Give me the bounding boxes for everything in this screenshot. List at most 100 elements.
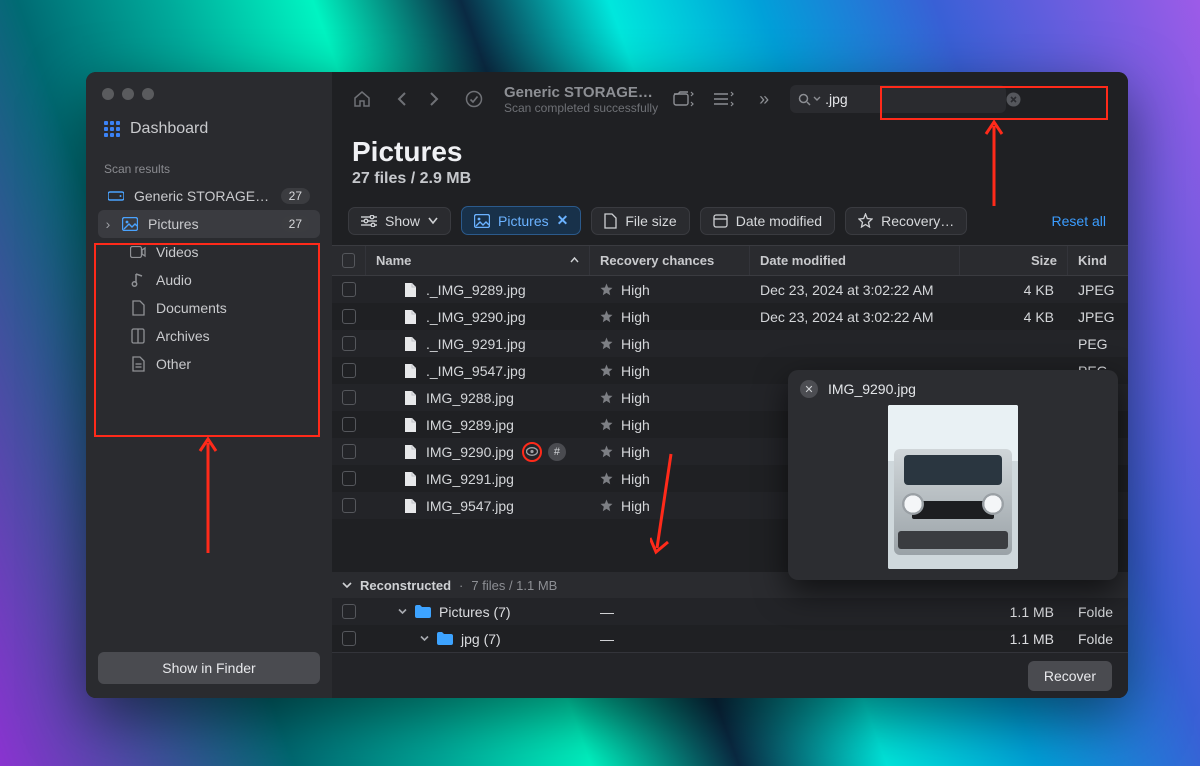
search-input[interactable] (821, 91, 1006, 107)
chevron-down-icon (342, 580, 352, 590)
table-row[interactable]: ._IMG_9290.jpgHighDec 23, 2024 at 3:02:2… (332, 303, 1128, 330)
group-meta: 7 files / 1.1 MB (471, 578, 557, 593)
remove-filter-icon[interactable]: ✕ (557, 212, 569, 229)
sidebar-item-label: Videos (156, 244, 199, 260)
folder-row[interactable]: jpg (7)—1.1 MBFolde (332, 625, 1128, 652)
videos-icon (130, 246, 146, 258)
close-window-icon[interactable] (102, 88, 114, 100)
file-kind: PEG (1068, 336, 1128, 352)
folder-rows: Pictures (7)—1.1 MBFoldejpg (7)—1.1 MBFo… (332, 598, 1128, 652)
search-field[interactable] (790, 85, 1006, 113)
date-modified: Dec 23, 2024 at 3:02:22 AM (750, 309, 960, 325)
overflow-icon[interactable]: » (750, 85, 778, 113)
filter-date-modified[interactable]: Date modified (700, 207, 835, 235)
file-name: ._IMG_9289.jpg (426, 282, 526, 298)
toolbar: Generic STORAGE… Scan completed successf… (332, 72, 1128, 126)
row-checkbox[interactable] (342, 363, 356, 378)
filter-show[interactable]: Show (348, 207, 451, 235)
recovery-chance: High (621, 471, 650, 487)
file-icon (404, 363, 418, 379)
toolbar-subtitle: Scan completed successfully (504, 101, 658, 115)
sidebar-item-archives[interactable]: Archives (98, 322, 320, 350)
recover-button[interactable]: Recover (1028, 661, 1112, 691)
filter-file-size[interactable]: File size (591, 207, 689, 235)
show-in-finder-button[interactable]: Show in Finder (98, 652, 320, 684)
app-window: Dashboard Scan results Generic STORAGE… … (86, 72, 1128, 698)
filter-recovery-label: Recovery… (881, 213, 954, 229)
view-list-icon[interactable] (710, 85, 738, 113)
audio-icon (130, 272, 146, 288)
sidebar-storage-label: Generic STORAGE… (134, 188, 269, 204)
pictures-icon (122, 217, 138, 231)
home-icon[interactable] (348, 85, 376, 113)
dashboard-link[interactable]: Dashboard (98, 114, 320, 144)
folder-row[interactable]: Pictures (7)—1.1 MBFolde (332, 598, 1128, 625)
zoom-window-icon[interactable] (142, 88, 154, 100)
star-icon (600, 499, 613, 512)
row-checkbox[interactable] (342, 444, 356, 459)
minimize-window-icon[interactable] (122, 88, 134, 100)
file-icon (404, 309, 418, 325)
preview-popover: ✕ IMG_9290.jpg (788, 370, 1118, 580)
file-name: IMG_9289.jpg (426, 417, 514, 433)
filter-show-label: Show (385, 213, 420, 229)
file-kind: JPEG (1068, 282, 1128, 298)
hex-icon[interactable]: # (548, 443, 566, 461)
sidebar-item-pictures[interactable]: › Pictures 27 (98, 210, 320, 238)
reset-filters[interactable]: Reset all (1052, 213, 1112, 229)
column-date[interactable]: Date modified (750, 246, 960, 275)
table-row[interactable]: ._IMG_9289.jpgHighDec 23, 2024 at 3:02:2… (332, 276, 1128, 303)
row-checkbox[interactable] (342, 604, 356, 619)
back-button[interactable] (388, 85, 416, 113)
forward-button[interactable] (420, 85, 448, 113)
file-name: IMG_9290.jpg (426, 444, 514, 460)
page-subtitle: 27 files / 2.9 MB (352, 170, 1108, 188)
column-recovery[interactable]: Recovery chances (590, 246, 750, 275)
star-icon (600, 472, 613, 485)
sidebar-item-videos[interactable]: Videos (98, 238, 320, 266)
row-checkbox[interactable] (342, 631, 356, 646)
column-size[interactable]: Size (960, 246, 1068, 275)
recovery-chance: High (621, 417, 650, 433)
row-checkbox[interactable] (342, 471, 356, 486)
row-checkbox[interactable] (342, 282, 356, 297)
row-checkbox[interactable] (342, 417, 356, 432)
group-label: Reconstructed (360, 578, 451, 593)
filter-recovery[interactable]: Recovery… (845, 207, 967, 235)
view-folders-icon[interactable] (670, 85, 698, 113)
sidebar-storage-row[interactable]: Generic STORAGE… 27 (98, 182, 320, 210)
column-kind[interactable]: Kind (1068, 246, 1128, 275)
filter-pictures[interactable]: Pictures ✕ (461, 206, 581, 235)
date-modified: Dec 23, 2024 at 3:02:22 AM (750, 282, 960, 298)
file-icon (604, 213, 617, 229)
calendar-icon (713, 213, 728, 228)
sidebar-item-audio[interactable]: Audio (98, 266, 320, 294)
file-size: 1.1 MB (960, 604, 1068, 620)
sidebar-item-label: Pictures (148, 216, 199, 232)
file-kind: Folde (1068, 604, 1128, 620)
sidebar-item-documents[interactable]: Documents (98, 294, 320, 322)
star-icon (600, 445, 613, 458)
file-icon (404, 282, 418, 298)
row-checkbox[interactable] (342, 309, 356, 324)
sidebar-item-other[interactable]: Other (98, 350, 320, 378)
file-icon (404, 444, 418, 460)
column-checkbox[interactable] (332, 246, 366, 275)
star-icon (600, 283, 613, 296)
preview-icon[interactable] (522, 442, 542, 462)
recovery-chance: — (590, 631, 750, 647)
table-row[interactable]: ._IMG_9291.jpgHighPEG (332, 330, 1128, 357)
clear-search-icon[interactable] (1006, 92, 1021, 107)
star-icon (600, 337, 613, 350)
close-preview-icon[interactable]: ✕ (800, 380, 818, 398)
row-checkbox[interactable] (342, 336, 356, 351)
row-checkbox[interactable] (342, 390, 356, 405)
heading: Pictures 27 files / 2.9 MB (332, 126, 1128, 206)
file-name: ._IMG_9547.jpg (426, 363, 526, 379)
documents-icon (130, 300, 146, 316)
table-header: Name Recovery chances Date modified Size… (332, 245, 1128, 276)
preview-image (800, 404, 1106, 570)
column-name[interactable]: Name (366, 246, 590, 275)
chevron-down-icon (813, 95, 821, 103)
row-checkbox[interactable] (342, 498, 356, 513)
